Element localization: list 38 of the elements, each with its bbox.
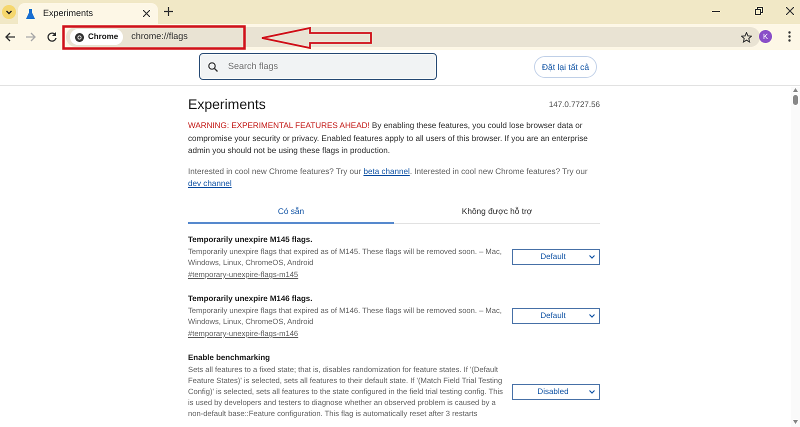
reload-icon[interactable] (47, 32, 57, 42)
minimize-icon[interactable] (712, 11, 720, 13)
caret-icon (589, 314, 595, 318)
search-input[interactable]: Search flags (226, 58, 426, 74)
address-bar[interactable]: Chrome chrome://flags (66, 27, 760, 47)
reset-all-button[interactable]: Đặt lại tất cả (534, 56, 597, 78)
search-field[interactable]: Search flags (199, 53, 437, 80)
new-tab-icon[interactable] (164, 7, 173, 16)
caret-icon (589, 390, 595, 394)
channel-info-text: Interested in cool new Chrome features? Try our beta channel. Interested in cool new Chrome features? Try our dev channel (188, 166, 589, 190)
scroll-up-icon[interactable] (793, 88, 798, 92)
site-chip[interactable]: Chrome (70, 29, 124, 45)
section-tab[interactable]: Có sẵn (188, 202, 394, 224)
warning-text: WARNING: EXPERIMENTAL FEATURES AHEAD! By enabling these features, you could lose browser data or compromise your security or privacy. Enabled features apply to all users of this browser. If you are an enterprise admin you should not be using these flags in production. (188, 120, 589, 157)
tab-title: Experiments (43, 6, 94, 20)
browser-tab[interactable]: Experiments (18, 3, 158, 24)
flag-dropdown[interactable]: Disabled (512, 384, 600, 400)
back-icon[interactable] (5, 32, 15, 42)
caret-icon (589, 254, 595, 259)
version-text: 147.0.7727.56 (548, 99, 600, 111)
restore-icon[interactable] (755, 7, 763, 15)
channel-link[interactable]: beta channel (363, 166, 410, 176)
channel-link[interactable]: dev channel (188, 179, 232, 188)
scrollbar-thumb[interactable] (793, 95, 798, 105)
section-tab[interactable]: Không được hỗ trợ (394, 202, 600, 224)
bookmark-star-icon[interactable] (741, 32, 752, 42)
flag-dropdown[interactable]: Default (512, 308, 600, 324)
close-icon[interactable] (143, 10, 150, 17)
chrome-logo-icon (75, 32, 84, 42)
flag-dropdown[interactable]: Default (512, 248, 600, 265)
page-title: Experiments (188, 95, 266, 114)
scroll-down-icon[interactable] (793, 420, 798, 424)
search-icon (208, 62, 218, 72)
tab-list-icon[interactable] (2, 5, 16, 19)
url-text: chrome://flags (131, 30, 188, 44)
flask-icon (26, 8, 35, 18)
close-icon[interactable] (786, 7, 794, 15)
menu-icon[interactable] (788, 31, 791, 42)
